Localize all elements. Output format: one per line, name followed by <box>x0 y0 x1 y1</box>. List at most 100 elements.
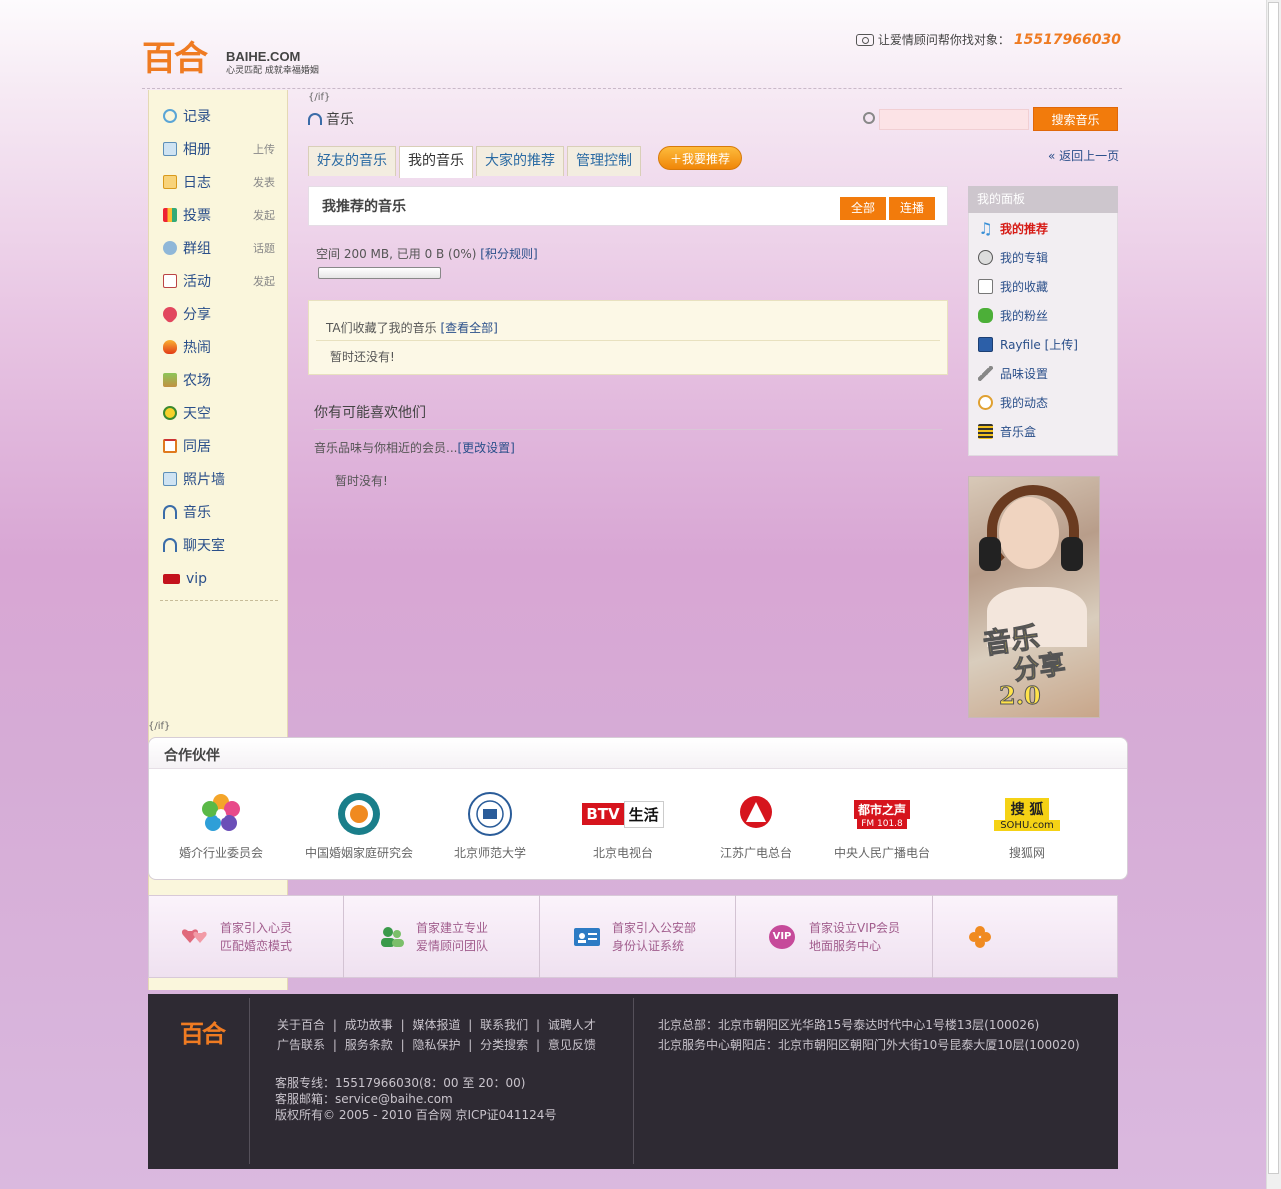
ads-link[interactable]: 广告联系 <box>277 1038 325 1052</box>
panel-item-music-box[interactable]: 音乐盒 <box>978 422 1036 440</box>
media-link[interactable]: 媒体报道 <box>412 1018 460 1032</box>
sohu-logo: 搜 狐 SOHU.com <box>962 790 1092 838</box>
jobs-link[interactable]: 诚聘人才 <box>548 1018 596 1032</box>
panel-item-my-album[interactable]: 我的专辑 <box>978 248 1048 266</box>
music-box-icon <box>978 423 993 439</box>
footer-logo[interactable]: 百合 <box>180 1014 226 1049</box>
sidebar-item-album[interactable]: 相册 上传 <box>163 139 275 159</box>
notebook-icon <box>163 175 177 189</box>
partner-jsbc[interactable]: 江苏广电总台 <box>691 790 821 861</box>
tab-manage[interactable]: 管理控制 <box>567 146 641 176</box>
footer-links-row2: 广告联系 | 服务条款 | 隐私保护 | 分类搜索 | 意见反馈 <box>277 1038 596 1052</box>
start-vote-link[interactable]: 发起 <box>253 207 275 223</box>
sidebar-item-records[interactable]: 记录 <box>163 106 275 126</box>
section-title: 我推荐的音乐 <box>322 199 406 215</box>
logo-en: BAIHE.COM <box>226 49 301 64</box>
speech-bubble-icon <box>163 109 177 123</box>
service-email: 客服邮箱：service@baihe.com <box>275 1092 453 1106</box>
upload-link[interactable]: 上传 <box>253 141 275 157</box>
partner-bnu[interactable]: 北京师范大学 <box>425 790 555 861</box>
university-seal-icon <box>425 790 555 838</box>
photo-wall-icon <box>163 472 177 486</box>
topic-link[interactable]: 话题 <box>253 240 275 256</box>
sidebar-item-events[interactable]: 活动 发起 <box>163 271 275 291</box>
ad-text: 2.0 <box>999 681 1042 711</box>
people-icon <box>381 927 404 947</box>
recommend-button[interactable]: ＋我要推荐 <box>658 146 742 170</box>
sidebar-item-chatroom[interactable]: 聊天室 <box>163 535 275 555</box>
all-button[interactable]: 全部 <box>840 197 886 220</box>
sidebar-item-photowall[interactable]: 照片墙 <box>163 469 275 489</box>
panel-item-my-activity[interactable]: 我的动态 <box>978 393 1048 411</box>
tab-my-music[interactable]: 我的音乐 <box>399 146 473 178</box>
panel-item-my-favorites[interactable]: 我的收藏 <box>978 277 1048 295</box>
sidebar-item-blog[interactable]: 日志 发表 <box>163 172 275 192</box>
about-link[interactable]: 关于百合 <box>277 1018 325 1032</box>
partner-btv[interactable]: BTV 生活 北京电视台 <box>558 790 688 861</box>
footer-divider <box>633 998 634 1164</box>
sidebar-item-groups[interactable]: 群组 话题 <box>163 238 275 258</box>
tab-everyone-recommend[interactable]: 大家的推荐 <box>476 146 564 176</box>
back-link[interactable]: « 返回上一页 <box>1048 147 1119 164</box>
double-left-chevron-icon: « <box>1048 149 1056 163</box>
sidebar-item-vote[interactable]: 投票 发起 <box>163 205 275 225</box>
feedback-link[interactable]: 意见反馈 <box>548 1038 596 1052</box>
points-rule-link[interactable]: [积分规则] <box>480 247 537 261</box>
cnr-logo: 都市之声 FM 101.8 <box>817 790 947 838</box>
sidebar-item-sky[interactable]: 天空 <box>163 403 275 423</box>
footer-links-row1: 关于百合 | 成功故事 | 媒体报道 | 联系我们 | 诚聘人才 <box>277 1018 596 1032</box>
search-music-button[interactable]: 搜索音乐 <box>1033 107 1118 131</box>
continuous-play-button[interactable]: 连播 <box>889 197 935 220</box>
logo-cn: 百合 <box>142 39 208 79</box>
sidebar-item-hot[interactable]: 热闹 <box>163 337 275 357</box>
hotline-label: 让爱情顾问帮你找对象： <box>877 33 1010 47</box>
partners-header <box>149 738 1127 769</box>
ad-face-shape <box>999 497 1059 569</box>
panel-item-my-recommend[interactable]: ♫ 我的推荐 <box>978 219 1048 237</box>
btv-logo: BTV 生活 <box>558 790 688 838</box>
farm-icon <box>163 373 177 387</box>
baihe-logo[interactable]: 百合 BAIHE.COM 心灵匹配 成就幸福婚姻 <box>142 31 332 79</box>
template-if-tag: {/if} <box>308 92 331 103</box>
sidebar-divider <box>160 600 278 601</box>
success-stories-link[interactable]: 成功故事 <box>345 1018 393 1032</box>
sidebar-item-vip[interactable]: vip <box>163 569 275 589</box>
collected-box <box>308 300 948 375</box>
sidebar-item-share[interactable]: 分享 <box>160 304 275 324</box>
partner-matchmaking-committee[interactable]: 婚介行业委员会 <box>156 790 286 861</box>
category-search-link[interactable]: 分类搜索 <box>480 1038 528 1052</box>
publish-link[interactable]: 发表 <box>253 174 275 190</box>
privacy-link[interactable]: 隐私保护 <box>412 1038 460 1052</box>
panel-item-my-fans[interactable]: 我的粉丝 <box>978 306 1048 324</box>
storage-progress-bar <box>318 267 441 279</box>
clover-icon <box>969 926 991 948</box>
scrollbar-thumb[interactable] <box>1268 2 1279 1174</box>
partner-cnr[interactable]: 都市之声 FM 101.8 中央人民广播电台 <box>817 790 947 861</box>
tab-friends-music[interactable]: 好友的音乐 <box>308 146 396 176</box>
music-share-ad-banner[interactable]: 音乐 分享 2.0 <box>968 476 1100 718</box>
contact-link[interactable]: 联系我们 <box>480 1018 528 1032</box>
round-seal-logo-icon <box>294 790 424 838</box>
partner-sohu[interactable]: 搜 狐 SOHU.com 搜狐网 <box>962 790 1092 861</box>
sidebar-item-cohabit[interactable]: 同居 <box>163 436 275 456</box>
storage-info: 空间 200 MB, 已用 0 B (0%) [积分规则] <box>316 247 538 261</box>
panel-item-taste-settings[interactable]: 品味设置 <box>978 364 1048 382</box>
music-search-input[interactable] <box>879 109 1029 130</box>
sidebar-item-farm[interactable]: 农场 <box>163 370 275 390</box>
hotline-number: 15517966030 <box>1013 31 1121 48</box>
change-settings-link[interactable]: [更改设置] <box>457 441 514 455</box>
start-event-link[interactable]: 发起 <box>253 273 275 289</box>
divider <box>314 429 942 430</box>
partner-marriage-family-research[interactable]: 中国婚姻家庭研究会 <box>294 790 424 861</box>
footer-divider <box>249 998 250 1164</box>
calendar-icon <box>163 274 177 288</box>
puzzle-icon <box>978 307 993 323</box>
jsbc-logo-icon <box>691 790 821 838</box>
panel-item-rayfile[interactable]: Rayfile [上传] <box>978 335 1078 353</box>
sidebar-item-music[interactable]: 音乐 <box>163 502 275 522</box>
headphones-icon <box>163 505 177 519</box>
view-all-link[interactable]: [查看全部] <box>440 321 497 335</box>
wrench-icon <box>978 365 993 381</box>
collected-title: TA们收藏了我的音乐 [查看全部] <box>326 321 498 335</box>
terms-link[interactable]: 服务条款 <box>345 1038 393 1052</box>
